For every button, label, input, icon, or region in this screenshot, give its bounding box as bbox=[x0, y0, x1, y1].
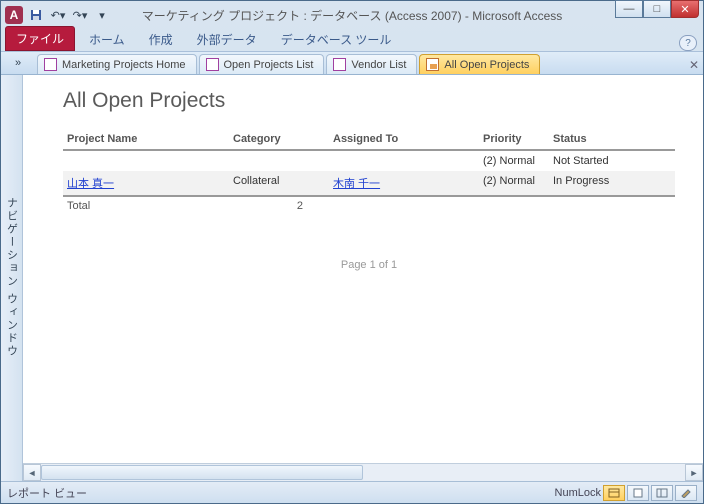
col-header-status: Status bbox=[553, 133, 643, 145]
close-button[interactable]: ✕ bbox=[671, 0, 699, 18]
total-label: Total bbox=[63, 200, 123, 212]
minimize-button[interactable]: — bbox=[615, 0, 643, 18]
form-icon bbox=[44, 58, 57, 71]
page-info: Page 1 of 1 bbox=[63, 259, 675, 271]
grid-header: Project Name Category Assigned To Priori… bbox=[63, 129, 675, 151]
nav-pane-toggle-icon[interactable]: » bbox=[7, 52, 29, 74]
table-row: (2) Normal Not Started bbox=[63, 151, 675, 171]
navigation-pane-collapsed[interactable]: ナビゲーション ウィンドウ bbox=[1, 75, 23, 481]
scroll-thumb[interactable] bbox=[41, 465, 363, 480]
assigned-to-link[interactable]: 木南 千一 bbox=[333, 178, 380, 190]
report-title: All Open Projects bbox=[63, 89, 675, 113]
col-header-priority: Priority bbox=[483, 133, 553, 145]
tab-all-open-projects[interactable]: All Open Projects bbox=[419, 54, 540, 74]
report-icon bbox=[426, 58, 439, 71]
total-value: 2 bbox=[123, 200, 303, 212]
tab-label: All Open Projects bbox=[444, 59, 529, 71]
col-header-category: Category bbox=[233, 133, 333, 145]
ribbon-tabs: ファイル ホーム 作成 外部データ データベース ツール ? bbox=[1, 29, 703, 51]
statusbar: レポート ビュー NumLock bbox=[1, 481, 703, 503]
ribbon-help-icon[interactable]: ? bbox=[679, 35, 697, 51]
ribbon-tab-home[interactable]: ホーム bbox=[79, 28, 135, 51]
design-view-button[interactable] bbox=[675, 485, 697, 501]
numlock-indicator: NumLock bbox=[555, 487, 601, 499]
save-icon[interactable] bbox=[27, 6, 45, 24]
col-header-name: Project Name bbox=[63, 133, 233, 145]
ribbon-tab-external[interactable]: 外部データ bbox=[187, 28, 267, 51]
qat-customize-icon[interactable]: ▾ bbox=[93, 6, 111, 24]
ribbon-tab-dbtools[interactable]: データベース ツール bbox=[271, 28, 402, 51]
view-mode-label: レポート ビュー bbox=[7, 485, 87, 501]
print-preview-button[interactable] bbox=[627, 485, 649, 501]
form-icon bbox=[206, 58, 219, 71]
tab-marketing-home[interactable]: Marketing Projects Home bbox=[37, 54, 197, 74]
form-icon bbox=[333, 58, 346, 71]
tab-label: Vendor List bbox=[351, 59, 406, 71]
tab-open-projects-list[interactable]: Open Projects List bbox=[199, 54, 325, 74]
horizontal-scrollbar[interactable]: ◄ ► bbox=[23, 463, 703, 481]
undo-icon[interactable]: ↶▾ bbox=[49, 6, 67, 24]
report-view-button[interactable] bbox=[603, 485, 625, 501]
tab-vendor-list[interactable]: Vendor List bbox=[326, 54, 417, 74]
redo-icon[interactable]: ↷▾ bbox=[71, 6, 89, 24]
scroll-left-icon[interactable]: ◄ bbox=[23, 464, 41, 481]
close-tab-icon[interactable]: ✕ bbox=[685, 56, 703, 74]
document-tabstrip: » Marketing Projects Home Open Projects … bbox=[1, 51, 703, 75]
titlebar: A ↶▾ ↷▾ ▾ マーケティング プロジェクト : データベース (Acces… bbox=[1, 1, 703, 29]
col-header-assigned: Assigned To bbox=[333, 133, 483, 145]
table-row: 山本 真一 Collateral 木南 千一 (2) Normal In Pro… bbox=[63, 171, 675, 195]
ribbon-tab-create[interactable]: 作成 bbox=[139, 28, 183, 51]
project-name-link[interactable]: 山本 真一 bbox=[67, 178, 114, 190]
tab-label: Marketing Projects Home bbox=[62, 59, 186, 71]
report-body: All Open Projects Project Name Category … bbox=[23, 75, 703, 463]
scroll-right-icon[interactable]: ► bbox=[685, 464, 703, 481]
nav-pane-label: ナビゲーション ウィンドウ bbox=[4, 197, 20, 358]
ribbon-tab-file[interactable]: ファイル bbox=[5, 26, 75, 51]
maximize-button[interactable]: □ bbox=[643, 0, 671, 18]
layout-view-button[interactable] bbox=[651, 485, 673, 501]
scroll-track[interactable] bbox=[41, 464, 685, 481]
app-icon[interactable]: A bbox=[5, 6, 23, 24]
tab-label: Open Projects List bbox=[224, 59, 314, 71]
total-row: Total 2 bbox=[63, 195, 675, 215]
